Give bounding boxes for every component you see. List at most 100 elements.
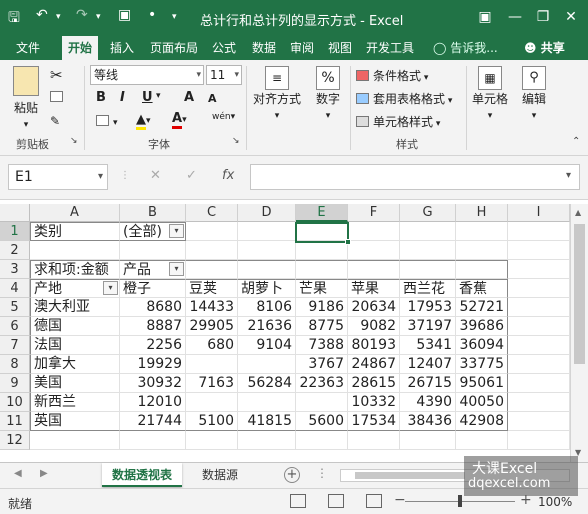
pivot-value-cell[interactable]: 17534: [348, 412, 400, 431]
save-icon[interactable]: 🖫: [8, 7, 20, 31]
empty-cell[interactable]: [456, 431, 508, 450]
pivot-value-cell[interactable]: 56284: [238, 374, 296, 393]
pivot-value-cell[interactable]: 80193: [348, 336, 400, 355]
dot-icon[interactable]: •: [148, 7, 156, 23]
tab-view[interactable]: 视图: [322, 36, 358, 60]
tab-review[interactable]: 审阅: [284, 36, 320, 60]
grow-font-button[interactable]: A: [184, 90, 194, 105]
vertical-scrollbar[interactable]: ▲ ▼: [570, 204, 588, 462]
col-header-a[interactable]: A: [30, 204, 120, 222]
font-size-dropdown[interactable]: 11 ▾: [206, 65, 242, 85]
pivot-value-cell[interactable]: 30932: [120, 374, 186, 393]
pivot-value-cell[interactable]: 17953: [400, 298, 456, 317]
empty-cell[interactable]: [508, 431, 570, 450]
pivot-value-cell[interactable]: [238, 355, 296, 374]
filter-dropdown-icon[interactable]: ▾: [169, 262, 184, 276]
pivot-value-cell[interactable]: 2256: [120, 336, 186, 355]
pivot-row-label[interactable]: 加拿大: [30, 355, 120, 374]
pivot-row-label[interactable]: 法国: [30, 336, 120, 355]
fill-color-button[interactable]: ▲▾: [136, 112, 151, 130]
row-header-2[interactable]: 2: [0, 241, 30, 260]
tab-developer[interactable]: 开发工具: [360, 36, 420, 60]
col-header-e[interactable]: E: [296, 204, 348, 222]
filter-dropdown-icon[interactable]: ▾: [103, 281, 118, 295]
pivot-value-cell[interactable]: 52721: [456, 298, 508, 317]
row-header-5[interactable]: 5: [0, 298, 30, 317]
format-painter-icon[interactable]: ✎: [50, 114, 60, 128]
pivot-column-header[interactable]: 苹果: [348, 279, 400, 298]
empty-cell[interactable]: [238, 431, 296, 450]
paste-button[interactable]: 粘贴 ▾: [8, 66, 44, 130]
empty-cell[interactable]: [186, 222, 238, 241]
empty-cell[interactable]: [296, 241, 348, 260]
empty-cell[interactable]: [238, 222, 296, 241]
border-button[interactable]: ▾: [96, 114, 118, 128]
cells-button[interactable]: ▦ 单元格 ▾: [470, 66, 510, 121]
enter-icon[interactable]: ✓: [186, 168, 197, 183]
pivot-value-cell[interactable]: 19929: [120, 355, 186, 374]
redo-icon[interactable]: ↷: [76, 7, 88, 23]
empty-cell[interactable]: [508, 336, 570, 355]
add-sheet-icon[interactable]: +: [284, 467, 300, 483]
shrink-font-button[interactable]: A: [208, 92, 217, 105]
active-cell-selection[interactable]: [295, 222, 351, 245]
col-header-b[interactable]: B: [120, 204, 186, 222]
pivot-value-cell[interactable]: 22363: [296, 374, 348, 393]
restore-icon[interactable]: ❐: [532, 6, 554, 28]
empty-cell[interactable]: [508, 374, 570, 393]
row-header-11[interactable]: 11: [0, 412, 30, 431]
zoom-out-icon[interactable]: −: [394, 492, 406, 508]
expand-formula-icon[interactable]: ▾: [566, 170, 571, 181]
empty-cell[interactable]: [400, 241, 456, 260]
pivot-cell[interactable]: [296, 260, 348, 279]
zoom-level[interactable]: 100%: [538, 495, 572, 509]
table-format-button[interactable]: 套用表格格式 ▾: [356, 90, 452, 107]
pivot-value-cell[interactable]: 21636: [238, 317, 296, 336]
pivot-row-label[interactable]: 新西兰: [30, 393, 120, 412]
pivot-value-cell[interactable]: 7163: [186, 374, 238, 393]
empty-cell[interactable]: [508, 298, 570, 317]
empty-cell[interactable]: [348, 431, 400, 450]
pivot-value-cell[interactable]: [186, 393, 238, 412]
tab-home[interactable]: 开始: [62, 36, 99, 60]
phonetic-button[interactable]: wén▾: [212, 112, 235, 122]
scroll-thumb[interactable]: [355, 472, 465, 479]
pivot-value-cell[interactable]: 7388: [296, 336, 348, 355]
empty-cell[interactable]: [456, 222, 508, 241]
row-header-9[interactable]: 9: [0, 374, 30, 393]
empty-cell[interactable]: [348, 241, 400, 260]
pivot-value-field[interactable]: 求和项:金额: [30, 260, 120, 279]
pivot-value-cell[interactable]: 33775: [456, 355, 508, 374]
pivot-column-header[interactable]: 香蕉: [456, 279, 508, 298]
empty-cell[interactable]: [508, 241, 570, 260]
prev-sheet-icon[interactable]: ◀: [14, 468, 22, 479]
empty-cell[interactable]: [456, 241, 508, 260]
bold-button[interactable]: B: [96, 90, 106, 105]
cut-icon[interactable]: ✂: [50, 66, 63, 84]
empty-cell[interactable]: [508, 355, 570, 374]
pivot-value-cell[interactable]: 41815: [238, 412, 296, 431]
empty-cell[interactable]: [400, 222, 456, 241]
share-button[interactable]: ☻ 共享: [524, 36, 565, 60]
ribbon-display-icon[interactable]: ▣: [474, 6, 496, 28]
page-break-view-icon[interactable]: [366, 494, 382, 508]
empty-cell[interactable]: [508, 260, 570, 279]
empty-cell[interactable]: [296, 431, 348, 450]
undo-dropdown-icon[interactable]: ▾: [56, 12, 61, 22]
col-header-c[interactable]: C: [186, 204, 238, 222]
close-icon[interactable]: ✕: [560, 6, 582, 28]
empty-cell[interactable]: [508, 317, 570, 336]
pivot-value-cell[interactable]: 9186: [296, 298, 348, 317]
row-header-1[interactable]: 1: [0, 222, 30, 241]
redo-dropdown-icon[interactable]: ▾: [96, 12, 101, 22]
row-header-6[interactable]: 6: [0, 317, 30, 336]
pivot-value-cell[interactable]: 5341: [400, 336, 456, 355]
sheet-tab-source[interactable]: 数据源: [192, 463, 248, 487]
row-header-3[interactable]: 3: [0, 260, 30, 279]
pivot-value-cell[interactable]: [186, 355, 238, 374]
tab-file[interactable]: 文件: [10, 36, 46, 60]
pivot-column-header[interactable]: 橙子: [120, 279, 186, 298]
col-header-d[interactable]: D: [238, 204, 296, 222]
select-all-corner[interactable]: [0, 204, 30, 222]
worksheet-grid[interactable]: A B C D E F G H I 1 2 3 4 5 6 7 8 9 10 11 12 类别 (全部)…: [0, 204, 570, 462]
